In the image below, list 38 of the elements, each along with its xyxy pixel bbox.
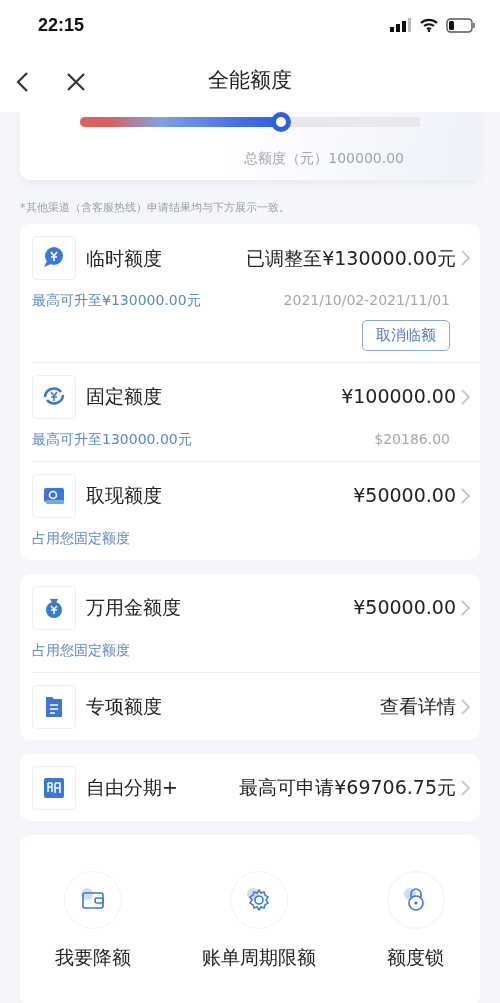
limit-title: 取现额度	[86, 483, 162, 509]
action-label[interactable]: 账单周期限额	[202, 942, 316, 971]
limit-value: 最高可申请¥69706.75元	[239, 775, 456, 801]
limit-title: 固定额度	[86, 384, 162, 410]
limit-title: 临时额度	[86, 245, 162, 271]
limit-subtext: 最高可升至130000.00元	[32, 429, 192, 449]
limit-title: 专项额度	[86, 694, 162, 720]
chevron-icon[interactable]	[460, 387, 472, 406]
cancel-button[interactable]: 取消临额	[362, 320, 450, 351]
page-title: 全能额度	[208, 67, 292, 95]
back-icon[interactable]	[15, 71, 29, 93]
signal-icon	[390, 18, 412, 32]
status-time: 22:15	[38, 13, 85, 37]
chevron-icon[interactable]	[460, 697, 472, 716]
close-icon[interactable]	[66, 72, 86, 92]
limit-subtext: 占用您固定额度	[32, 640, 130, 660]
limit-subtext: 最高可升至¥130000.00元	[32, 291, 201, 310]
chevron-icon[interactable]	[460, 486, 472, 505]
limit-note: $20186.00	[374, 429, 450, 449]
limit-value: 已调整至¥130000.00元	[246, 245, 456, 271]
total-limit-caption: 总额度（元）100000.00	[243, 149, 405, 168]
chevron-icon[interactable]	[460, 598, 472, 617]
limit-subtext: 占用您固定额度	[32, 528, 130, 548]
limit-value: ¥100000.00	[341, 384, 456, 410]
limit-title: 万用金额度	[86, 595, 181, 621]
chevron-icon[interactable]	[460, 778, 472, 797]
action-label[interactable]: 额度锁	[387, 942, 445, 971]
limit-value: 查看详情	[380, 694, 456, 720]
wifi-icon	[420, 18, 438, 32]
limit-value: ¥50000.00	[353, 483, 456, 509]
slider-thumb[interactable]	[270, 112, 291, 132]
battery-icon	[446, 17, 476, 33]
limit-title: 自由分期+	[86, 775, 178, 801]
limit-value: ¥50000.00	[353, 595, 456, 621]
limit-note: 2021/10/02-2021/11/01	[283, 291, 450, 310]
action-label[interactable]: 我要降额	[55, 942, 132, 971]
chevron-icon[interactable]	[460, 249, 472, 267]
notice-text: *其他渠道（含客服热线）申请结果均与下方展示一致。	[20, 201, 290, 214]
